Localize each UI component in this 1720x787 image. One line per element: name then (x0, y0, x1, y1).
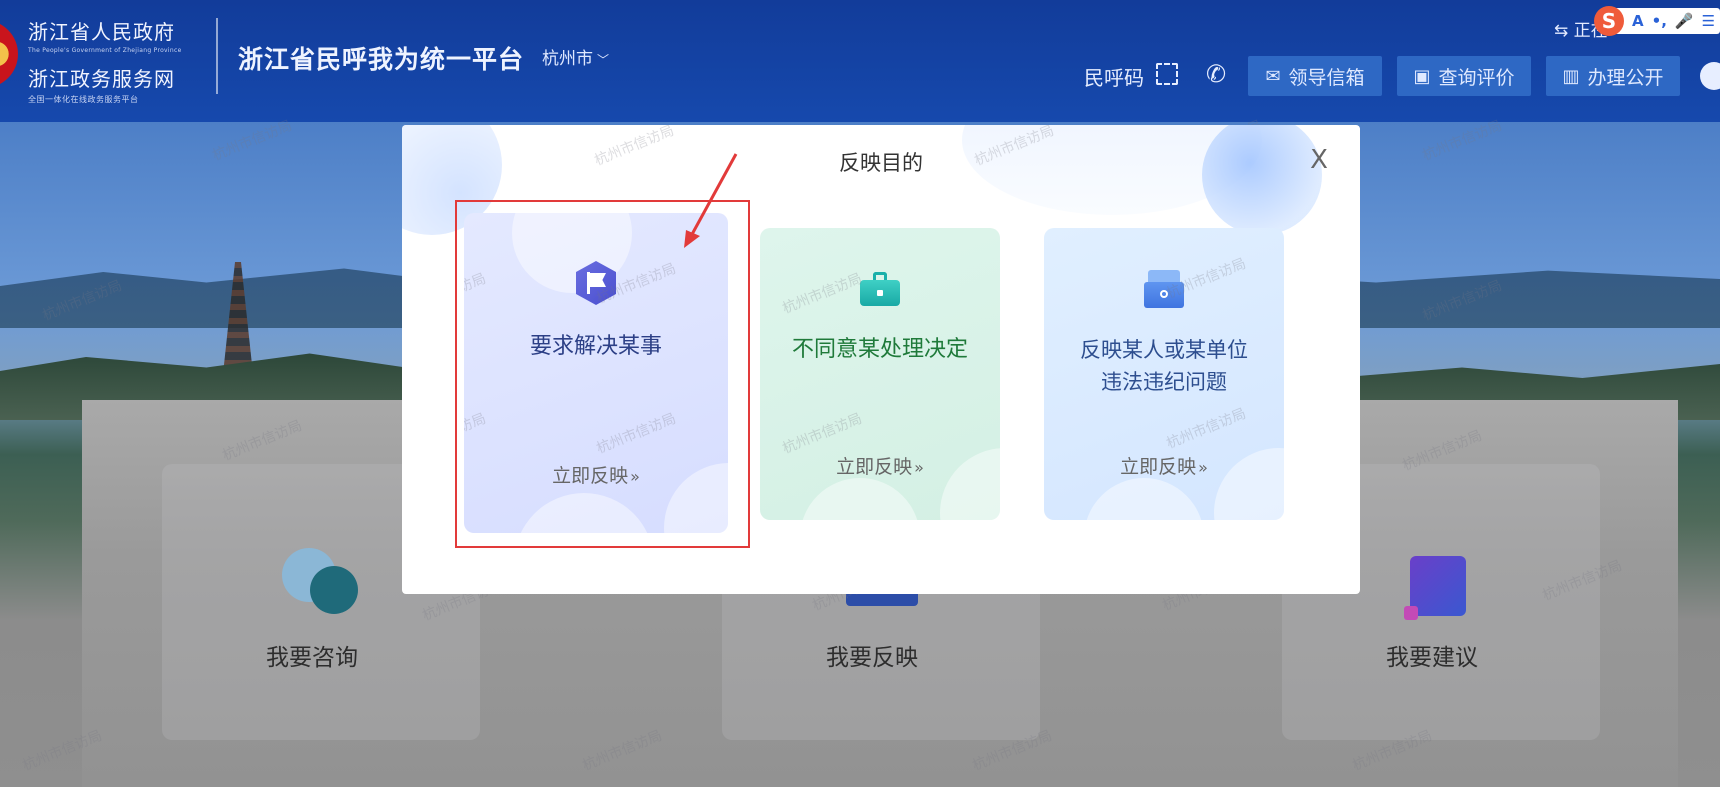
query-evaluate-button[interactable]: ▣ 查询评价 (1397, 56, 1531, 96)
top-header: 浙江省人民政府 The People's Government of Zheji… (0, 0, 1720, 122)
comment-icon: ▣ (1413, 65, 1431, 87)
close-icon[interactable]: X (1306, 147, 1332, 173)
ime-menu-icon[interactable]: ☰ (1702, 12, 1715, 30)
leader-mailbox-label: 领导信箱 (1288, 66, 1365, 89)
option-title: 反映某人或某单位 违法违纪问题 (1044, 334, 1284, 398)
leader-mailbox-button[interactable]: ✉ 领导信箱 (1248, 56, 1382, 96)
platform-title: 浙江省民呼我为统一平台 (238, 45, 525, 74)
gov-name: 浙江省人民政府 (28, 20, 175, 44)
card-decoration (1084, 478, 1204, 520)
gov-name-en: The People's Government of Zhejiang Prov… (28, 47, 182, 54)
option-card-disagree[interactable]: 不同意某处理决定 立即反映» 杭州市信访局 杭州市信访局 (760, 228, 1000, 520)
report-now-link[interactable]: 立即反映» (1044, 452, 1284, 479)
chat-bubbles-icon (282, 548, 358, 614)
ime-mic-icon[interactable]: 🎤 (1675, 12, 1694, 30)
consult-label[interactable]: 我要咨询 (266, 638, 358, 672)
dialog-title: 反映目的 (839, 151, 923, 175)
dialog-decoration (1202, 125, 1322, 235)
report-now-label: 立即反映 (836, 456, 913, 478)
national-emblem-icon (0, 20, 18, 88)
card-decoration (800, 478, 920, 520)
header-divider (216, 18, 218, 94)
chevron-down-icon: ﹀ (597, 53, 610, 67)
watermark: 杭州市信访局 (780, 270, 865, 318)
query-evaluate-label: 查询评价 (1438, 66, 1515, 89)
double-chevron-icon: » (914, 458, 924, 477)
user-avatar-icon[interactable] (1700, 62, 1720, 90)
ime-lang-icon[interactable]: A (1632, 12, 1644, 30)
watermark: 杭州市信访局 (780, 410, 865, 458)
mailbox-icon (1144, 270, 1184, 310)
watermark: 杭州市信访局 (1164, 405, 1249, 453)
handle-public-label: 办理公开 (1587, 66, 1664, 89)
report-now-link[interactable]: 立即反映» (760, 452, 1000, 479)
highlight-box (455, 200, 750, 548)
book-icon: ▥ (1562, 65, 1580, 87)
suggest-folder-icon (1404, 556, 1466, 620)
minhuma-link[interactable]: 民呼码 (1084, 62, 1144, 91)
option-title: 不同意某处理决定 (791, 337, 968, 362)
ime-logo-icon[interactable]: S (1594, 6, 1624, 36)
gov-logo-block[interactable]: 浙江省人民政府 The People's Government of Zheji… (28, 16, 182, 105)
handle-public-button[interactable]: ▥ 办理公开 (1546, 56, 1680, 96)
ime-punct-icon[interactable]: •, (1652, 12, 1667, 30)
briefcase-icon (860, 270, 900, 306)
double-chevron-icon: » (1198, 458, 1208, 477)
annotation-arrow-icon (684, 153, 738, 248)
ime-toolbar[interactable]: S A •, 🎤 ☰ (1594, 6, 1720, 36)
phone-icon[interactable]: ✆ (1206, 60, 1226, 88)
report-now-label: 立即反映 (1120, 456, 1197, 478)
option-title-line2: 违法违纪问题 (1101, 370, 1227, 394)
scan-icon[interactable] (1156, 63, 1178, 85)
service-name: 浙江政务服务网 (28, 67, 175, 91)
option-title-line1: 反映某人或某单位 (1080, 338, 1248, 362)
suggest-label[interactable]: 我要建议 (1386, 638, 1478, 672)
mail-icon: ✉ (1265, 65, 1281, 87)
service-sub: 全国一体化在线政务服务平台 (28, 95, 139, 104)
city-select[interactable]: 杭州市 ﹀ (542, 44, 609, 69)
report-label[interactable]: 我要反映 (826, 638, 918, 672)
option-card-violation[interactable]: 反映某人或某单位 违法违纪问题 立即反映» 杭州市信访局 杭州市信访局 (1044, 228, 1284, 520)
city-label: 杭州市 (542, 49, 593, 69)
